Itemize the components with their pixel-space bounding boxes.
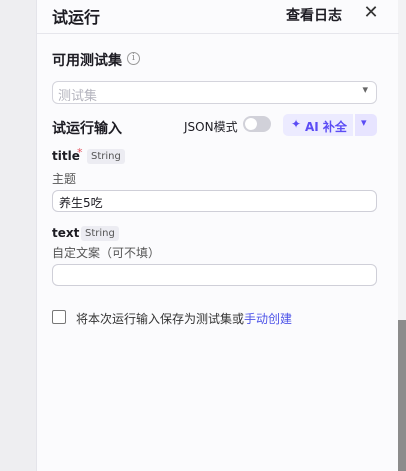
panel-title: 试运行 [52,8,101,27]
field-title-name: title [52,149,80,163]
background-right [398,0,406,471]
manual-create-link[interactable]: 手动创建 [244,310,292,327]
ai-complete-label: AI 补全 [305,120,347,134]
field-text-type-badge: String [81,226,119,241]
run-input-label: 试运行输入 [52,121,122,137]
json-mode-label: JSON模式 [184,120,238,134]
info-icon[interactable]: i [127,52,140,65]
required-mark: * [77,146,83,159]
background-left [0,0,36,471]
testset-label: 可用测试集 [52,53,122,69]
field-text-description: 自定文案（可不填） [52,246,161,260]
testset-placeholder: 测试集 [58,89,98,104]
field-title-description: 主题 [52,172,77,186]
save-testset-label: 将本次运行输入保存为测试集或 [76,312,245,326]
close-icon[interactable]: ✕ [361,2,381,24]
json-mode-toggle[interactable] [243,116,271,132]
title-input[interactable]: 养生5吃 [52,190,377,212]
test-run-panel: 试运行 查看日志 ✕ 可用测试集 i 测试集 ▾ 试运行输入 JSON模式 ✦ … [36,0,399,471]
ai-options-dropdown[interactable]: ▾ [355,114,377,136]
field-text-name: text [52,226,80,240]
sparkle-icon: ✦ [291,117,302,131]
header-divider [37,33,399,34]
ai-complete-button[interactable]: ✦ AI 补全 [283,114,353,136]
testset-select[interactable]: 测试集 ▾ [52,81,377,104]
title-input-value: 养生5吃 [59,196,103,210]
save-testset-checkbox[interactable] [52,310,66,324]
toggle-knob [245,118,257,130]
panel-header: 试运行 查看日志 ✕ [37,0,399,34]
field-title-type-badge: String [87,149,125,164]
chevron-down-icon: ▾ [361,116,367,129]
text-input[interactable] [52,264,377,286]
chevron-down-icon: ▾ [362,83,368,96]
view-log-button[interactable]: 查看日志 [286,5,342,25]
